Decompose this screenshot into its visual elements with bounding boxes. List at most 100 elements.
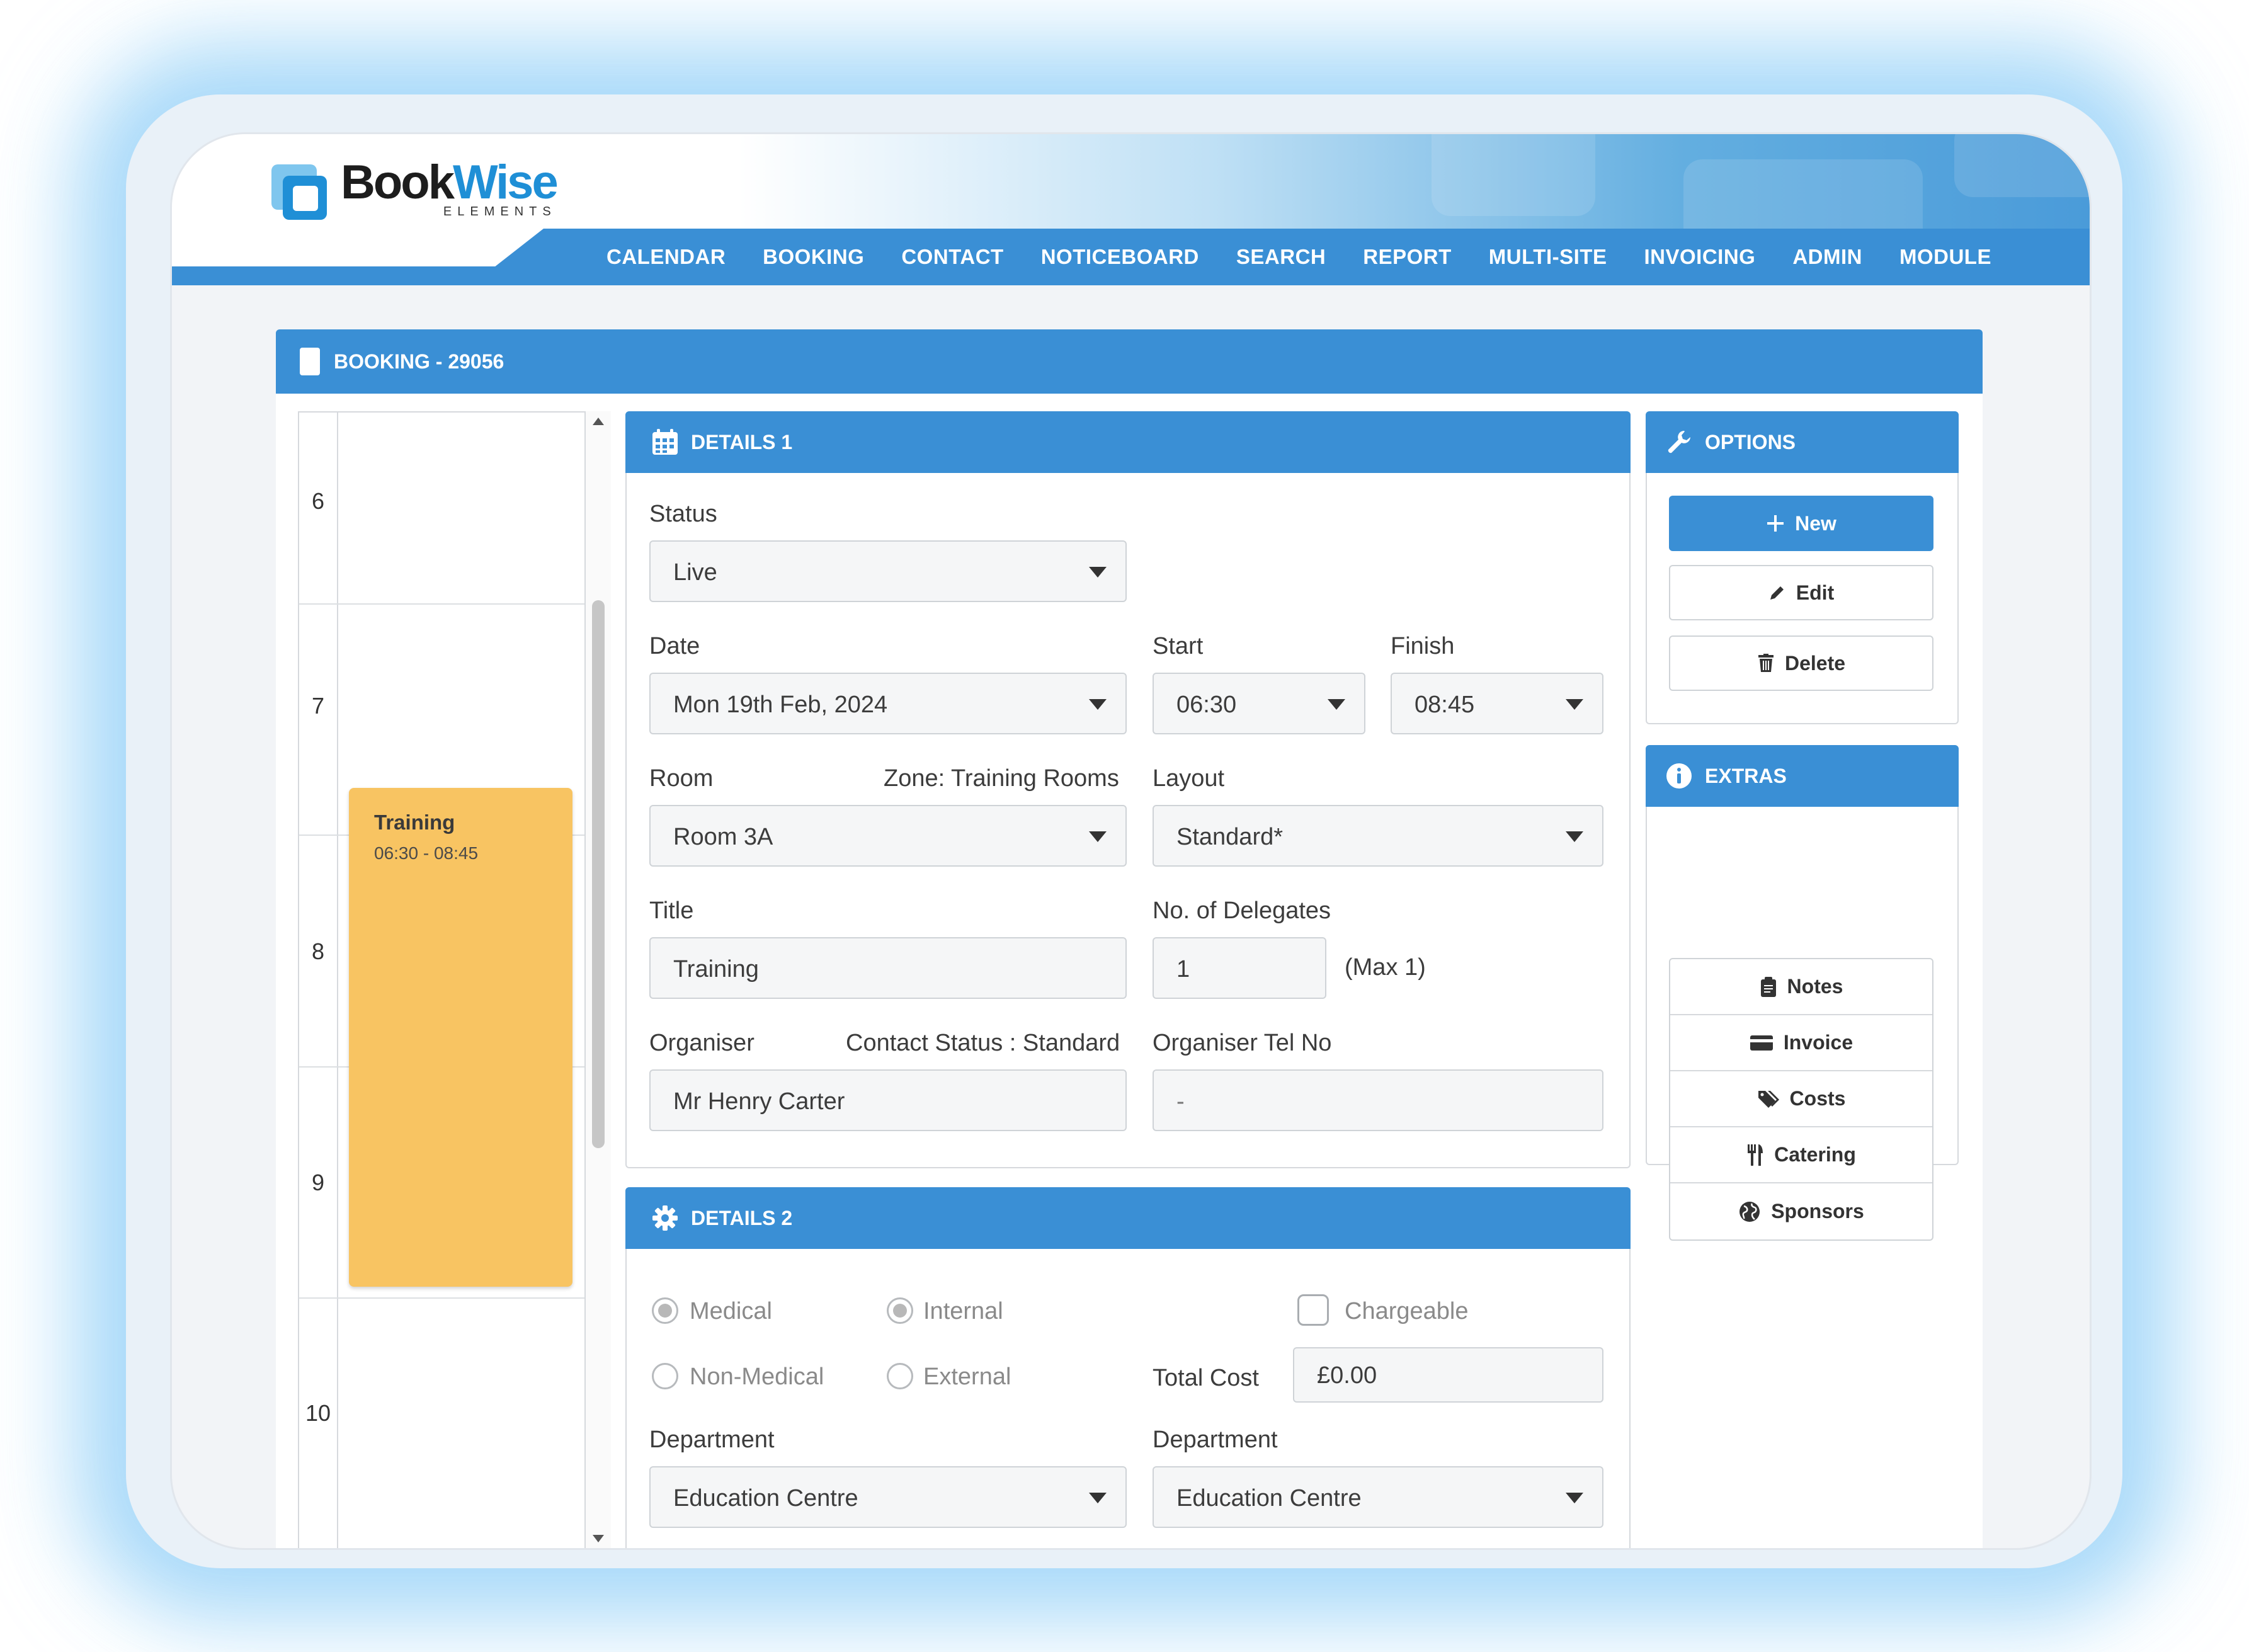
delegates-max: (Max 1) [1345,954,1426,981]
event-time: 06:30 - 08:45 [374,843,479,863]
start-value: 06:30 [1176,692,1237,718]
date-label: Date [649,633,700,659]
booking-header: BOOKING - 29056 [276,329,1983,394]
nav-invoicing[interactable]: INVOICING [1644,245,1755,269]
calendar-icon [651,428,680,457]
title-label: Title [649,897,694,924]
hour-label: 6 [311,488,325,514]
scroll-down-arrow-icon[interactable] [593,1535,604,1542]
total-cost-value: £0.00 [1317,1362,1377,1389]
chevron-down-icon [1566,1493,1583,1503]
extras-catering[interactable]: Catering [1670,1127,1932,1183]
gear-icon [651,1204,680,1233]
extras-costs[interactable]: Costs [1670,1071,1932,1127]
delete-label: Delete [1784,651,1846,675]
nav-search[interactable]: SEARCH [1236,245,1326,269]
extras-list: Notes Invoice Costs Catering Sponsors [1669,958,1933,1241]
organiser-tel-input[interactable]: - [1153,1069,1603,1131]
room-label: Room [649,765,714,792]
organiser-tel-value: - [1176,1088,1185,1115]
plus-icon [1766,514,1785,533]
department-select-2[interactable]: Education Centre [1153,1466,1603,1528]
status-label: Status [649,501,717,527]
calendar-event[interactable]: Training 06:30 - 08:45 [349,788,572,1287]
extras-invoice-label: Invoice [1783,1031,1853,1054]
extras-notes[interactable]: Notes [1670,959,1932,1015]
contact-status: Contact Status : Standard [846,1030,1120,1056]
options-header: OPTIONS [1646,411,1959,473]
hour-label: 9 [311,1170,325,1195]
nav-multi-site[interactable]: MULTI-SITE [1489,245,1607,269]
finish-time-select[interactable]: 08:45 [1391,673,1603,734]
scroll-up-arrow-icon[interactable] [593,418,604,425]
organiser-tel-label: Organiser Tel No [1153,1030,1332,1056]
banner-shape [1432,134,1595,216]
status-select[interactable]: Live [649,540,1127,602]
medical-radio[interactable] [652,1297,678,1324]
chevron-down-icon [1328,699,1345,710]
details1-panel: DETAILS 1 [625,411,1631,1168]
non-medical-radio[interactable] [652,1363,678,1389]
hour-label: 10 [305,1400,331,1426]
internal-radio[interactable] [887,1297,913,1324]
logo-icon [271,158,332,220]
total-cost-input[interactable]: £0.00 [1293,1347,1603,1403]
nav-admin[interactable]: ADMIN [1792,245,1862,269]
delete-button[interactable]: Delete [1669,635,1933,691]
day-view-scrollbar[interactable] [584,411,611,1548]
nav-contact[interactable]: CONTACT [901,245,1003,269]
day-view[interactable]: 6 7 8 9 10 Training 06:30 - 08:45 [298,411,611,1548]
nav-calendar[interactable]: CALENDAR [606,245,726,269]
globe-icon [1738,1200,1761,1223]
room-value: Room 3A [673,824,773,850]
details2-title: DETAILS 2 [691,1206,793,1229]
department-select-1[interactable]: Education Centre [649,1466,1127,1528]
chevron-down-icon [1089,1493,1107,1503]
title-value: Training [673,956,759,983]
extras-sponsors[interactable]: Sponsors [1670,1183,1932,1239]
trash-icon [1757,654,1775,673]
edit-label: Edit [1796,581,1835,604]
medical-label: Medical [690,1298,772,1324]
app-header: BookWise ELEMENTS CALENDAR BOOKING CONTA… [172,134,2090,285]
department-value-2: Education Centre [1176,1485,1362,1512]
nav-booking[interactable]: BOOKING [763,245,864,269]
pencil-icon [1768,584,1786,601]
room-select[interactable]: Room 3A [649,805,1127,867]
nav-report[interactable]: REPORT [1363,245,1452,269]
finish-label: Finish [1391,633,1455,659]
hour-label: 8 [311,938,325,964]
new-label: New [1795,511,1836,535]
nav-noticeboard[interactable]: NOTICEBOARD [1041,245,1199,269]
chevron-down-icon [1089,567,1107,578]
delegates-value: 1 [1176,956,1190,983]
layout-select[interactable]: Standard* [1153,805,1603,867]
external-radio[interactable] [887,1363,913,1389]
external-label: External [923,1364,1011,1390]
info-icon [1665,761,1694,790]
scroll-thumb[interactable] [592,600,605,1148]
app-window: BookWise ELEMENTS CALENDAR BOOKING CONTA… [170,132,2092,1550]
internal-label: Internal [923,1298,1003,1324]
extras-catering-label: Catering [1774,1143,1856,1166]
extras-invoice[interactable]: Invoice [1670,1015,1932,1071]
hour-label: 7 [311,693,325,719]
chargeable-label: Chargeable [1345,1298,1469,1324]
chevron-down-icon [1566,831,1583,842]
chargeable-checkbox[interactable] [1297,1294,1329,1326]
organiser-input[interactable]: Mr Henry Carter [649,1069,1127,1131]
date-select[interactable]: Mon 19th Feb, 2024 [649,673,1127,734]
edit-button[interactable]: Edit [1669,565,1933,620]
hour-line [299,1297,585,1299]
delegates-input[interactable]: 1 [1153,937,1326,999]
event-title: Training [374,811,455,834]
title-input[interactable]: Training [649,937,1127,999]
banner-shape [1954,134,2090,197]
start-time-select[interactable]: 06:30 [1153,673,1365,734]
details1-header: DETAILS 1 [625,411,1631,473]
nav-module[interactable]: MODULE [1899,245,1991,269]
extras-header: EXTRAS [1646,745,1959,807]
bookwise-logo[interactable]: BookWise ELEMENTS [271,158,559,220]
new-button[interactable]: New [1669,496,1933,551]
department-value-1: Education Centre [673,1485,858,1512]
